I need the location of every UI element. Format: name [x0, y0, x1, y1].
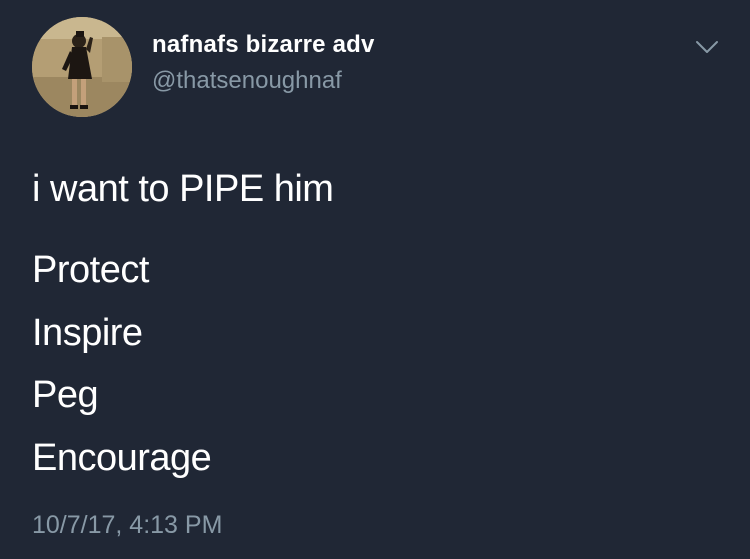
chevron-down-icon[interactable]: [693, 37, 721, 57]
tweet-card: nafnafs bizarre adv @thatsenoughnaf i wa…: [0, 0, 750, 559]
tweet-text-line: i want to PIPE him: [32, 168, 334, 210]
tweet-text-line: Inspire: [32, 312, 143, 354]
profile-photo-icon: [32, 17, 132, 117]
user-handle[interactable]: @thatsenoughnaf: [152, 67, 342, 95]
avatar[interactable]: [32, 17, 132, 117]
tweet-timestamp[interactable]: 10/7/17, 4:13 PM: [32, 511, 222, 540]
tweet-text-line: Peg: [32, 374, 99, 416]
display-name[interactable]: nafnafs bizarre adv: [152, 31, 375, 59]
tweet-text-line: Protect: [32, 249, 149, 291]
tweet-text-line: Encourage: [32, 437, 212, 479]
